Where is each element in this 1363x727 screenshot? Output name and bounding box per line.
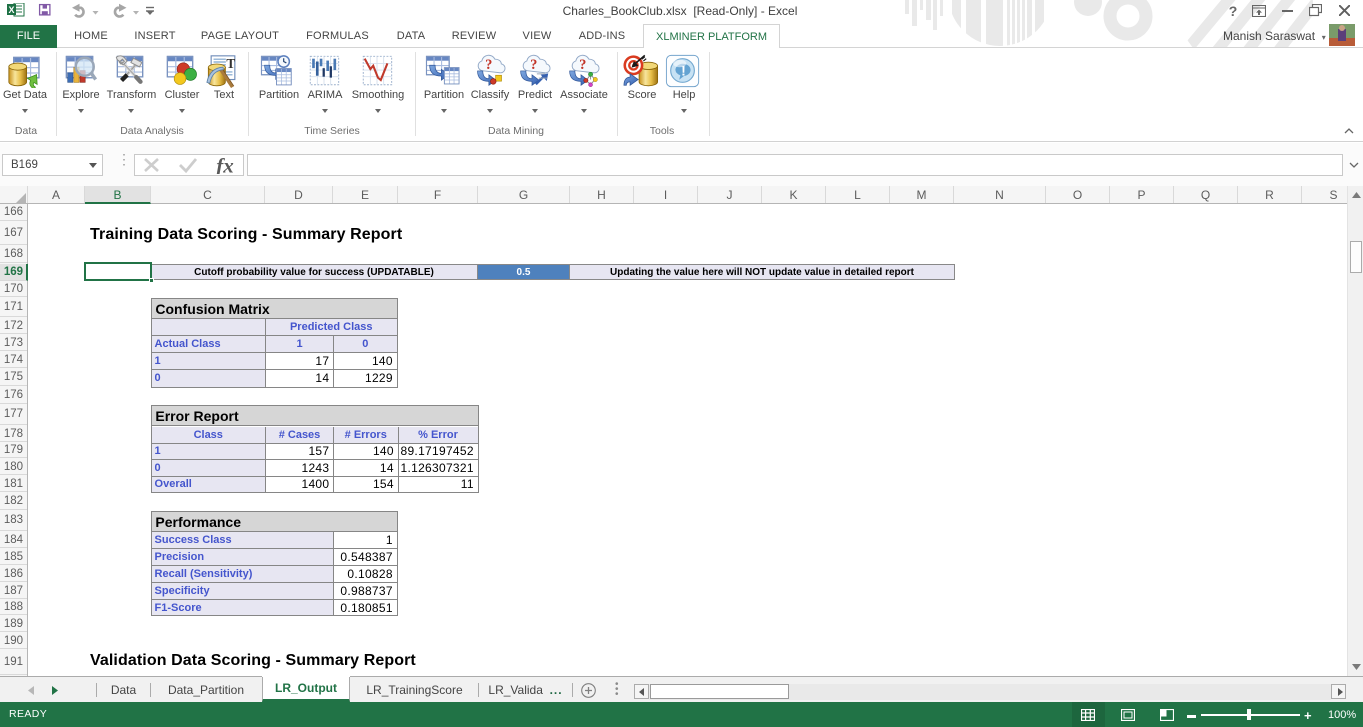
svg-text:X: X bbox=[8, 5, 14, 15]
svg-text:T: T bbox=[226, 56, 235, 71]
svg-text:fx: fx bbox=[216, 157, 234, 174]
